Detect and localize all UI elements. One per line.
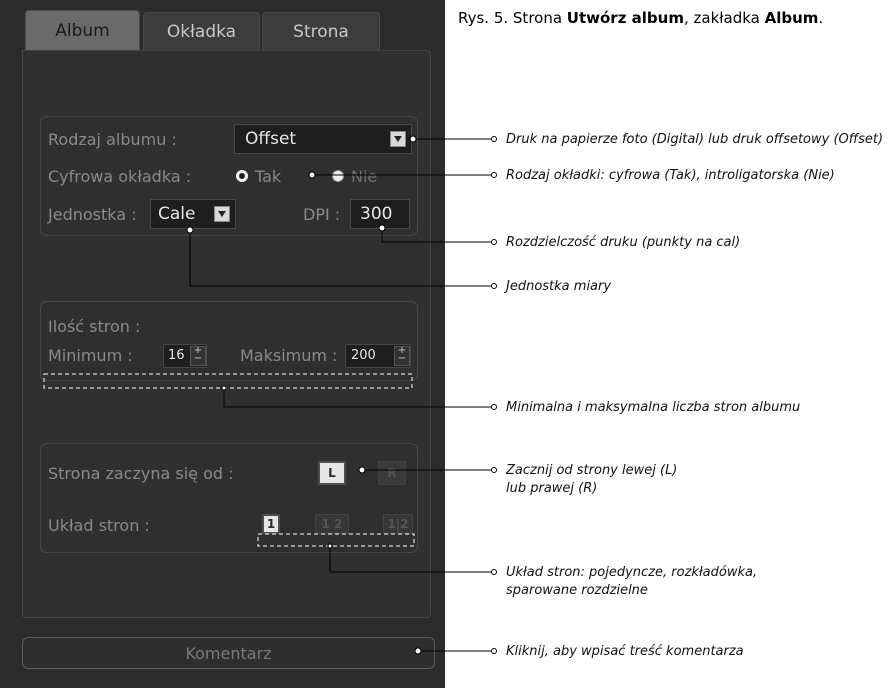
dropdown-arrow-icon[interactable] (390, 131, 406, 147)
unit-value: Cale (158, 204, 196, 224)
album-type-value: Offset (245, 129, 297, 149)
caption-bold-1: Utwórz album (566, 9, 684, 27)
spinner-icon[interactable]: + − (190, 346, 206, 366)
note-start-line-2: lub prawej (R) (506, 481, 598, 496)
max-input[interactable]: 200 + − (345, 344, 411, 368)
unit-label: Jednostka : (48, 205, 137, 224)
page-right-icon[interactable]: R (378, 461, 406, 485)
max-label: Maksimum : (240, 346, 338, 365)
cover-option-tak[interactable]: Tak (255, 167, 281, 186)
start-page-label: Strona zaczyna się od : (48, 464, 234, 483)
cover-option-nie[interactable]: Nie (351, 167, 377, 186)
album-type-select[interactable]: Offset (234, 124, 412, 154)
radio-selected-icon[interactable] (236, 170, 248, 182)
comment-button-label: Komentarz (185, 643, 272, 663)
note-comment: Kliknij, aby wpisać treść komentarza (506, 644, 744, 659)
layout-single-button[interactable]: 1 (262, 514, 280, 534)
page-layout-group (40, 443, 418, 553)
layout-spread-button[interactable]: 1 2 (315, 514, 349, 534)
note-resolution: Rozdzielczość druku (punkty na cal) (506, 235, 741, 250)
tab-album[interactable]: Album (25, 10, 140, 50)
dpi-label: DPI : (303, 205, 341, 224)
comment-button[interactable]: Komentarz (22, 637, 435, 669)
radio-unselected-icon[interactable] (332, 170, 344, 182)
figure-caption: Rys. 5. Strona Utwórz album, zakładka Al… (458, 9, 823, 27)
layout-single-label: 1 (266, 517, 276, 531)
dropdown-arrow-icon[interactable] (214, 206, 230, 222)
tab-strona-label: Strona (293, 21, 349, 42)
cover-label: Cyfrowa okładka : (48, 167, 192, 186)
page-left-icon[interactable]: L (318, 461, 346, 485)
note-album-type: Druk na papierze foto (Digital) lub druk… (506, 132, 884, 147)
caption-suffix: . (818, 9, 824, 27)
min-label: Minimum : (48, 346, 133, 365)
unit-select[interactable]: Cale (150, 199, 236, 229)
page-count-title: Ilość stron : (48, 317, 141, 336)
create-album-panel: Album Okładka Strona Rodzaj albumu : Off… (0, 0, 445, 688)
page-right-label: R (387, 466, 397, 480)
note-cover-type: Rodzaj okładki: cyfrowa (Tak), introliga… (506, 168, 835, 183)
tab-album-label: Album (55, 20, 110, 41)
min-value: 16 (168, 348, 185, 363)
spinner-icon[interactable]: + − (394, 346, 410, 366)
caption-prefix: Rys. 5. Strona (458, 9, 567, 27)
caption-bold-2: Album (764, 9, 819, 27)
tab-okladka[interactable]: Okładka (143, 12, 260, 50)
min-input[interactable]: 16 + − (163, 344, 207, 368)
layout-paired-label: 1|2 (387, 517, 409, 531)
layout-spread-label: 1 2 (321, 517, 343, 531)
dpi-value: 300 (360, 204, 393, 224)
note-start-line-1: Zacznij od strony lewej (L) (506, 463, 678, 478)
dpi-input[interactable]: 300 (350, 199, 410, 229)
max-value: 200 (351, 348, 376, 363)
tab-okladka-label: Okładka (166, 21, 237, 42)
note-page-count: Minimalna i maksymalna liczba stron albu… (506, 400, 801, 415)
tab-strona[interactable]: Strona (262, 12, 380, 50)
page-left-label: L (328, 466, 336, 480)
note-layout-line-2: sparowane rozdzielne (506, 583, 648, 598)
album-type-label: Rodzaj albumu : (48, 130, 177, 149)
note-layout-line-1: Układ stron: pojedyncze, rozkładówka, (506, 565, 758, 580)
note-unit: Jednostka miary (506, 279, 612, 294)
page-layout-label: Układ stron : (48, 516, 150, 535)
page-count-group (40, 301, 418, 381)
layout-paired-button[interactable]: 1|2 (383, 514, 413, 534)
caption-mid: , zakładka (683, 9, 765, 27)
